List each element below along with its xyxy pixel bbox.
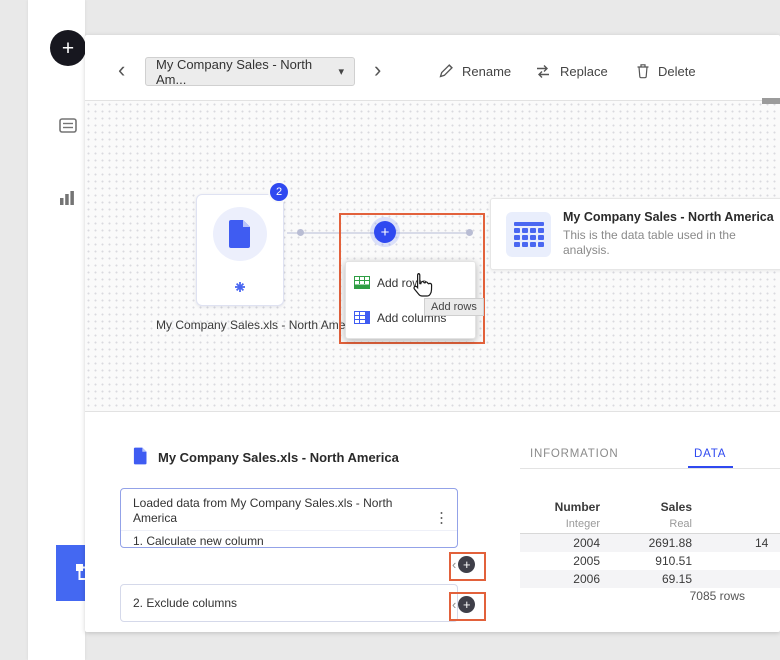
data-table-dropdown-value: My Company Sales - North Am... — [156, 57, 338, 87]
sidebar-item-visualizations[interactable] — [59, 190, 75, 211]
data-list-icon — [59, 118, 77, 133]
file-icon — [133, 447, 148, 470]
tab-data[interactable]: DATA — [694, 448, 726, 460]
chevron-left-icon: ‹ — [452, 598, 456, 611]
loaded-data-text: Loaded data from My Company Sales.xls - … — [121, 489, 457, 530]
column-type: Integer — [520, 515, 600, 533]
plus-icon: + — [458, 596, 475, 613]
transformations-icon — [234, 280, 246, 298]
menu-item-add-rows[interactable]: Add rows — [346, 265, 475, 300]
document-icon — [228, 219, 252, 249]
replace-label: Replace — [560, 64, 608, 79]
data-table-icon — [506, 212, 551, 257]
swap-arrows-icon — [534, 64, 552, 78]
cell-number: 2004 — [520, 534, 600, 552]
connector-dot-left — [297, 229, 304, 236]
data-table-description: This is the data table used in the analy… — [563, 228, 768, 258]
cell-sales: 69.15 — [612, 570, 692, 588]
next-table-button[interactable]: › — [374, 59, 381, 81]
cell-extra: 14 — [755, 534, 780, 552]
column-header: Sales — [612, 498, 692, 516]
add-transformation-button[interactable]: + — [374, 221, 396, 243]
cell-number: 2005 — [520, 552, 600, 570]
add-rows-icon — [354, 276, 370, 289]
transformation-count-badge: 2 — [270, 183, 288, 201]
insert-step-button-2[interactable]: ‹ + — [452, 596, 475, 613]
previous-table-button[interactable]: ‹ — [118, 59, 125, 81]
data-table-title: My Company Sales - North America — [563, 210, 774, 224]
panel-divider — [520, 468, 780, 469]
replace-button[interactable]: Replace — [534, 60, 608, 82]
add-button[interactable]: + — [50, 30, 86, 66]
add-rows-tooltip: Add rows — [424, 298, 484, 316]
cell-sales: 2691.88 — [612, 534, 692, 552]
table-row[interactable]: 2004 2691.88 14 — [520, 534, 780, 552]
table-row[interactable]: 2006 69.15 — [520, 570, 780, 588]
loaded-data-step-box[interactable]: Loaded data from My Company Sales.xls - … — [120, 488, 458, 548]
tab-information[interactable]: INFORMATION — [530, 448, 618, 460]
rename-button[interactable]: Rename — [438, 60, 511, 82]
delete-label: Delete — [658, 64, 696, 79]
step-1-label: 1. Calculate new column — [121, 530, 457, 554]
plus-icon: + — [62, 38, 74, 59]
trash-icon — [636, 63, 650, 79]
chevron-left-icon: ‹ — [452, 558, 456, 571]
plus-icon: + — [458, 556, 475, 573]
pencil-icon — [438, 63, 454, 79]
chevron-down-icon: ▾ — [338, 65, 344, 78]
step-2-label: 2. Exclude columns — [133, 596, 237, 610]
column-type: Real — [612, 515, 692, 533]
source-node-label: My Company Sales.xls - North America — [156, 318, 365, 332]
sidebar: + — [28, 0, 85, 660]
table-type-row: Integer Real — [520, 515, 780, 533]
column-header: Number — [520, 498, 600, 516]
data-table-dropdown[interactable]: My Company Sales - North Am... ▾ — [145, 57, 355, 86]
rename-label: Rename — [462, 64, 511, 79]
table-header-row: Number Sales — [520, 498, 780, 516]
plus-icon: + — [381, 225, 390, 240]
cell-number: 2006 — [520, 570, 600, 588]
add-columns-icon — [354, 311, 370, 324]
data-canvas-page: + ‹ My Company Sale — [0, 0, 780, 660]
canvas-scrollbar-thumb[interactable] — [762, 98, 780, 104]
data-table-card[interactable]: My Company Sales - North America This is… — [490, 198, 780, 270]
row-count-label: 7085 rows — [620, 589, 745, 603]
sidebar-item-data[interactable] — [59, 118, 77, 138]
exclude-columns-step-box[interactable]: 2. Exclude columns — [120, 584, 458, 622]
cell-sales: 910.51 — [612, 552, 692, 570]
source-file-title: My Company Sales.xls - North America — [158, 450, 399, 465]
source-node[interactable] — [196, 194, 284, 306]
connector-dot-right — [466, 229, 473, 236]
insert-step-button-1[interactable]: ‹ + — [452, 556, 475, 573]
menu-item-label: Add rows — [377, 276, 427, 290]
table-row[interactable]: 2005 910.51 — [520, 552, 780, 570]
source-node-circle — [213, 207, 267, 261]
kebab-menu-icon[interactable]: ⋮ — [434, 511, 449, 526]
delete-button[interactable]: Delete — [636, 60, 696, 82]
bar-chart-icon — [59, 190, 75, 206]
